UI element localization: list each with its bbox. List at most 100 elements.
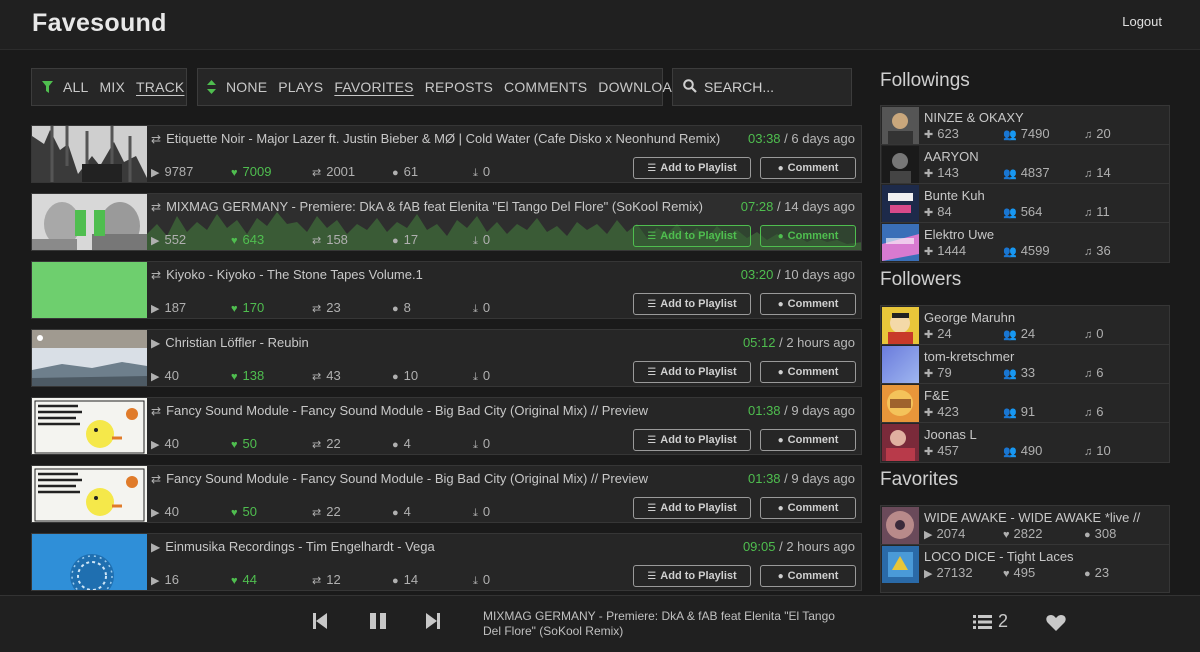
following-name[interactable]: Elektro Uwe [924, 227, 994, 242]
filter-mix[interactable]: MIX [100, 79, 126, 95]
track-row[interactable]: ▶ Christian Löffler - Reubin 05:12 / 2 ho… [31, 329, 862, 387]
avatar[interactable] [882, 224, 919, 261]
track-title[interactable]: ▶ Christian Löffler - Reubin [151, 335, 741, 350]
avatar[interactable] [882, 185, 919, 222]
add-to-playlist-button[interactable]: ☰ Add to Playlist [633, 361, 751, 383]
track-row[interactable]: ⇄ Kiyoko - Kiyoko - The Stone Tapes Volum… [31, 261, 862, 319]
add-to-playlist-button[interactable]: ☰ Add to Playlist [633, 497, 751, 519]
track-title[interactable]: ⇄ Kiyoko - Kiyoko - The Stone Tapes Volum… [151, 267, 741, 282]
track-title[interactable]: ⇄ Fancy Sound Module - Fancy Sound Module… [151, 471, 741, 486]
comment-label: Comment [787, 434, 839, 446]
follower-name[interactable]: tom-kretschmer [924, 349, 1014, 364]
follower-item[interactable]: George Maruhn ✚ 24 👥 24 ♫ 0 [881, 306, 1169, 345]
playlist-queue-button[interactable]: 2 [973, 611, 1008, 632]
favorite-item[interactable]: LOCO DICE - Tight Laces ▶ 27132 ♥ 495 ● 23 [881, 545, 1169, 584]
favorite-item[interactable]: WIDE AWAKE - WIDE AWAKE *live // ▶ 2074 ♥… [881, 506, 1169, 545]
comment-button[interactable]: ● Comment [760, 293, 856, 315]
track-title[interactable]: ⇄ Fancy Sound Module - Fancy Sound Module… [151, 403, 741, 418]
track-artwork[interactable] [32, 126, 147, 182]
following-item[interactable]: Bunte Kuh ✚ 84 👥 564 ♫ 11 [881, 184, 1169, 223]
repost-icon: ⇄ [151, 200, 162, 214]
follower-name[interactable]: F&E [924, 388, 949, 403]
search-icon [683, 78, 697, 96]
stat-value: 11 [1096, 204, 1110, 219]
track-row-playing[interactable]: ⇄ MIXMAG GERMANY - Premiere: DkA & fAB fe… [31, 193, 862, 251]
brand-title[interactable]: Favesound [32, 9, 167, 38]
track-artwork[interactable] [32, 466, 147, 522]
following-item[interactable]: NINZE & OKAXY ✚ 623 👥 7490 ♫ 20 [881, 106, 1169, 145]
avatar[interactable] [882, 107, 919, 144]
sort-plays[interactable]: PLAYS [278, 79, 323, 95]
avatar[interactable] [882, 307, 919, 344]
downloads-count: 0 [482, 232, 491, 247]
add-to-playlist-button[interactable]: ☰ Add to Playlist [633, 293, 751, 315]
follower-name[interactable]: Joonas L [924, 427, 977, 442]
avatar[interactable] [882, 146, 919, 183]
stat-value: 84 [937, 204, 952, 219]
add-to-playlist-button[interactable]: ☰ Add to Playlist [633, 157, 751, 179]
add-to-playlist-button[interactable]: ☰ Add to Playlist [633, 225, 751, 247]
artwork[interactable] [882, 546, 919, 583]
likes-stat: ♥ 643 [231, 232, 264, 247]
track-title[interactable]: ⇄ MIXMAG GERMANY - Premiere: DkA & fAB fe… [151, 199, 741, 214]
follower-name[interactable]: George Maruhn [924, 310, 1015, 325]
following-name[interactable]: NINZE & OKAXY [924, 110, 1024, 125]
track-artwork[interactable] [32, 330, 147, 386]
sort-none[interactable]: NONE [226, 79, 267, 95]
avatar[interactable] [882, 346, 919, 383]
like-heart-button[interactable] [1046, 614, 1066, 637]
comment-button[interactable]: ● Comment [760, 225, 856, 247]
track-row[interactable]: ⇄ Fancy Sound Module - Fancy Sound Module… [31, 397, 862, 455]
following-name[interactable]: AARYON [924, 149, 979, 164]
plays-stat: ▶ 187 [151, 300, 186, 315]
filter-all[interactable]: ALL [63, 79, 89, 95]
comment-button[interactable]: ● Comment [760, 361, 856, 383]
filter-track[interactable]: TRACK [136, 79, 184, 95]
add-to-playlist-button[interactable]: ☰ Add to Playlist [633, 565, 751, 587]
favorite-title[interactable]: WIDE AWAKE - WIDE AWAKE *live // [924, 510, 1140, 525]
reposts-stat: ⇄ 158 [312, 232, 348, 247]
track-title[interactable]: ▶ Einmusika Recordings - Tim Engelhardt -… [151, 539, 741, 554]
follower-item[interactable]: tom-kretschmer ✚ 79 👥 33 ♫ 6 [881, 345, 1169, 384]
add-to-playlist-button[interactable]: ☰ Add to Playlist [633, 429, 751, 451]
follower-item[interactable]: F&E ✚ 423 👥 91 ♫ 6 [881, 384, 1169, 423]
track-row[interactable]: ⇄ Fancy Sound Module - Fancy Sound Module… [31, 465, 862, 523]
track-row[interactable]: ⇄ Etiquette Noir - Major Lazer ft. Justin… [31, 125, 862, 183]
search-input[interactable] [704, 79, 844, 95]
avatar[interactable] [882, 385, 919, 422]
following-name[interactable]: Bunte Kuh [924, 188, 985, 203]
likes-count: 7009 [242, 164, 272, 179]
comment-label: Comment [787, 366, 839, 378]
add-to-playlist-label: Add to Playlist [660, 366, 737, 378]
track-artwork[interactable] [32, 534, 147, 590]
tracks-count: ♫ 20 [1084, 126, 1111, 141]
track-artwork[interactable] [32, 194, 147, 250]
comment-button[interactable]: ● Comment [760, 157, 856, 179]
track-row[interactable]: ▶ Einmusika Recordings - Tim Engelhardt -… [31, 533, 862, 591]
track-title[interactable]: ⇄ Etiquette Noir - Major Lazer ft. Justin… [151, 131, 741, 146]
users-icon: 👥 [1003, 207, 1017, 219]
logout-link[interactable]: Logout [1122, 14, 1162, 29]
pause-button[interactable] [370, 612, 387, 635]
follower-item[interactable]: Joonas L ✚ 457 👥 490 ♫ 10 [881, 423, 1169, 462]
pause-overlay-icon[interactable] [75, 210, 105, 236]
sort-favorites[interactable]: FAVORITES [334, 79, 413, 95]
following-item[interactable]: AARYON ✚ 143 👥 4837 ♫ 14 [881, 145, 1169, 184]
track-artwork[interactable] [32, 262, 147, 318]
sort-comments[interactable]: COMMENTS [504, 79, 587, 95]
sort-reposts[interactable]: REPOSTS [425, 79, 493, 95]
comment-icon: ● [777, 434, 784, 446]
list-icon: ☰ [647, 298, 657, 310]
comment-button[interactable]: ● Comment [760, 565, 856, 587]
track-artwork[interactable] [32, 398, 147, 454]
following-item[interactable]: Elektro Uwe ✚ 1444 👥 4599 ♫ 36 [881, 223, 1169, 262]
artwork[interactable] [882, 507, 919, 544]
users-icon: 👥 [1003, 368, 1017, 380]
next-track-button[interactable] [426, 612, 440, 635]
reposts-stat: ⇄ 22 [312, 504, 341, 519]
comment-button[interactable]: ● Comment [760, 497, 856, 519]
previous-track-button[interactable] [313, 612, 327, 635]
favorite-title[interactable]: LOCO DICE - Tight Laces [924, 549, 1074, 564]
avatar[interactable] [882, 424, 919, 461]
comment-button[interactable]: ● Comment [760, 429, 856, 451]
